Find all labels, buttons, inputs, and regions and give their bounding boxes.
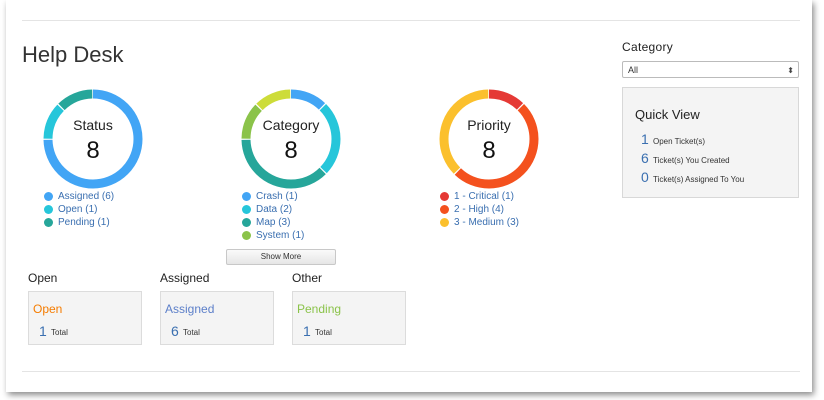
quick-view-item-open[interactable]: 1 Open Ticket(s) [641,131,705,147]
quick-view-item-assigned[interactable]: 0 Ticket(s) Assigned To You [641,169,744,185]
quick-view-created-label: Ticket(s) You Created [653,156,730,165]
open-card-count: 1 [39,323,47,339]
section-heading-open: Open [28,271,58,285]
assigned-card-count-label: Total [183,328,200,337]
legend-item-assigned[interactable]: Assigned (6) [44,190,114,203]
quick-view-panel: Quick View 1 Open Ticket(s) 6 Ticket(s) … [622,87,799,198]
section-heading-assigned: Assigned [160,271,210,285]
quick-view-created-count: 6 [641,150,649,166]
top-divider [22,20,800,21]
quick-view-open-count: 1 [641,131,649,147]
quick-view-assigned-count: 0 [641,169,649,185]
open-card-count-label: Total [51,328,68,337]
priority-donut-value: 8 [482,137,496,164]
critical-dot [440,192,449,201]
assigned-card-title: Assigned [165,302,215,316]
quick-view-title: Quick View [635,107,700,122]
priority-legend: 1 - Critical (1) 2 - High (4) 3 - Medium… [440,190,519,229]
bottom-divider [22,371,800,372]
category-legend: Crash (1) Data (2) Map (3) System (1) [242,190,304,242]
open-dot [44,205,53,214]
legend-item-critical[interactable]: 1 - Critical (1) [440,190,519,203]
legend-item-system[interactable]: System (1) [242,229,304,242]
show-more-button[interactable]: Show More [226,249,336,265]
quick-view-item-created[interactable]: 6 Ticket(s) You Created [641,150,730,166]
pending-card-count-label: Total [315,328,332,337]
legend-item-data[interactable]: Data (2) [242,203,304,216]
status-donut-label: Status [73,117,113,133]
category-donut-label: Category [262,117,320,133]
assigned-dot [44,192,53,201]
category-donut-value: 8 [284,137,298,164]
page-title: Help Desk [22,42,124,67]
pending-card-title: Pending [297,302,342,316]
system-dot [242,231,251,240]
assigned-summary-card[interactable]: Assigned 6 Total [160,291,274,345]
section-heading-other: Other [292,271,323,285]
legend-item-crash[interactable]: Crash (1) [242,190,304,203]
category-select-value: All [628,65,639,75]
legend-item-high[interactable]: 2 - High (4) [440,203,519,216]
map-dot [242,218,251,227]
priority-donut-chart[interactable]: Priority 8 [439,89,539,189]
quick-view-assigned-label: Ticket(s) Assigned To You [653,175,745,184]
legend-item-medium[interactable]: 3 - Medium (3) [440,216,519,229]
select-arrows-icon: ⬍ [787,66,794,75]
assigned-card-count: 6 [171,323,179,339]
legend-item-pending[interactable]: Pending (1) [44,216,114,229]
medium-dot [440,218,449,227]
high-dot [440,205,449,214]
open-card-title: Open [33,302,63,316]
legend-item-map[interactable]: Map (3) [242,216,304,229]
crash-dot [242,192,251,201]
status-donut-value: 8 [86,137,100,164]
legend-item-open[interactable]: Open (1) [44,203,114,216]
data-dot [242,205,251,214]
pending-summary-card[interactable]: Pending 1 Total [292,291,406,345]
quick-view-open-label: Open Ticket(s) [653,137,706,146]
priority-donut-label: Priority [467,117,511,133]
category-donut-chart[interactable]: Category 8 [241,89,341,189]
open-summary-card[interactable]: Open 1 Total [28,291,142,345]
status-donut-chart[interactable]: Status 8 [43,89,143,189]
category-select[interactable]: All ⬍ [622,61,799,78]
status-legend: Assigned (6) Open (1) Pending (1) [44,190,114,229]
pending-card-count: 1 [303,323,311,339]
pending-dot [44,218,53,227]
category-filter-label: Category [622,40,674,54]
